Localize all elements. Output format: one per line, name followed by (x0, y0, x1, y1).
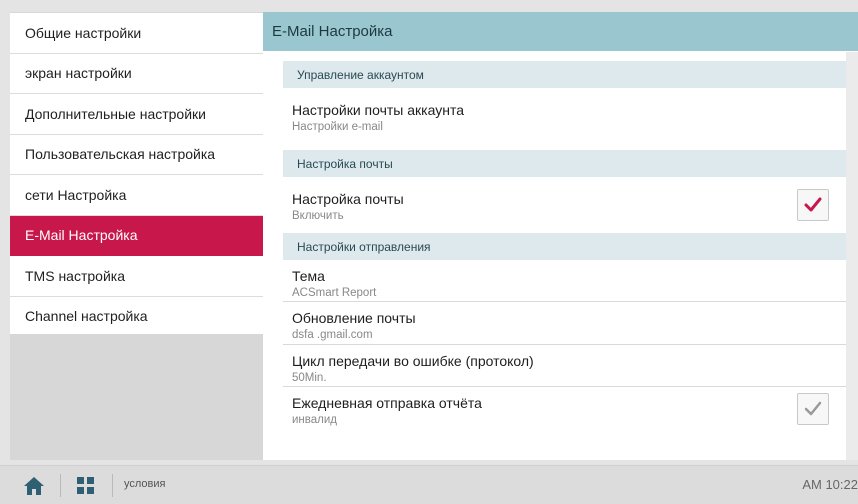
row-subtitle: Включить (292, 210, 344, 222)
status-label: условия (124, 478, 166, 490)
section-header-sending: Настройки отправления (283, 233, 849, 260)
row-error-cycle[interactable]: Цикл передачи во ошибке (протокол) 50Min… (283, 345, 849, 387)
row-title: Настройка почты (292, 191, 404, 207)
sidebar-item-email[interactable]: E-Mail Настройка (10, 215, 263, 256)
home-icon (23, 476, 44, 495)
mail-enable-checkbox[interactable] (797, 189, 829, 221)
sidebar-item-user[interactable]: Пользовательская настройка (10, 135, 263, 175)
row-mail-update[interactable]: Обновление почты dsfa .gmail.com (283, 302, 849, 345)
row-daily-report[interactable]: Ежедневная отправка отчёта инвалид (283, 387, 849, 431)
main-panel: E-Mail Настройка Управление аккаунтом На… (263, 12, 858, 460)
row-subtitle: инвалид (292, 414, 337, 426)
divider (112, 474, 113, 497)
sidebar-empty-area (10, 334, 263, 460)
row-title: Настройки почты аккаунта (292, 102, 464, 118)
row-title: Обновление почты (292, 310, 416, 326)
settings-list: Управление аккаунтом Настройки почты акк… (283, 61, 849, 431)
grid-icon (76, 476, 94, 494)
sidebar-item-channel[interactable]: Channel настройка (10, 297, 263, 337)
page-title: E-Mail Настройка (263, 12, 858, 51)
row-title: Тема (292, 268, 325, 284)
row-title: Ежедневная отправка отчёта (292, 395, 482, 411)
sidebar-item-additional[interactable]: Дополнительные настройки (10, 94, 263, 135)
row-title: Цикл передачи во ошибке (протокол) (292, 353, 534, 369)
row-subtitle: 50Min. (292, 372, 327, 384)
checkmark-icon (804, 197, 822, 212)
row-mail-setup[interactable]: Настройка почты Включить (283, 177, 849, 233)
daily-report-checkbox[interactable] (797, 393, 829, 425)
home-button[interactable] (10, 470, 57, 501)
section-header-mail-setup: Настройка почты (283, 150, 849, 177)
sidebar-item-general[interactable]: Общие настройки (10, 13, 263, 54)
row-subject[interactable]: Тема ACSmart Report (283, 260, 849, 302)
sidebar: Общие настройки экран настройки Дополнит… (10, 12, 263, 337)
sidebar-item-network[interactable]: сети Настройка (10, 175, 263, 216)
clock: AM 10:22 (802, 477, 858, 492)
app-window: Общие настройки экран настройки Дополнит… (0, 0, 858, 504)
sidebar-item-tms[interactable]: TMS настройка (10, 256, 263, 297)
section-header-account: Управление аккаунтом (283, 61, 849, 88)
apps-button[interactable] (62, 470, 109, 501)
row-account-mail-settings[interactable]: Настройки почты аккаунта Настройки e-mai… (283, 88, 849, 150)
divider (60, 474, 61, 497)
row-subtitle: ACSmart Report (292, 287, 377, 299)
row-subtitle: Настройки e-mail (292, 121, 383, 133)
checkmark-icon (804, 401, 822, 416)
sidebar-item-screen[interactable]: экран настройки (10, 54, 263, 94)
scrollbar-track[interactable] (846, 52, 858, 460)
row-subtitle: dsfa .gmail.com (292, 329, 373, 341)
bottom-bar: условия AM 10:22 (0, 465, 858, 504)
